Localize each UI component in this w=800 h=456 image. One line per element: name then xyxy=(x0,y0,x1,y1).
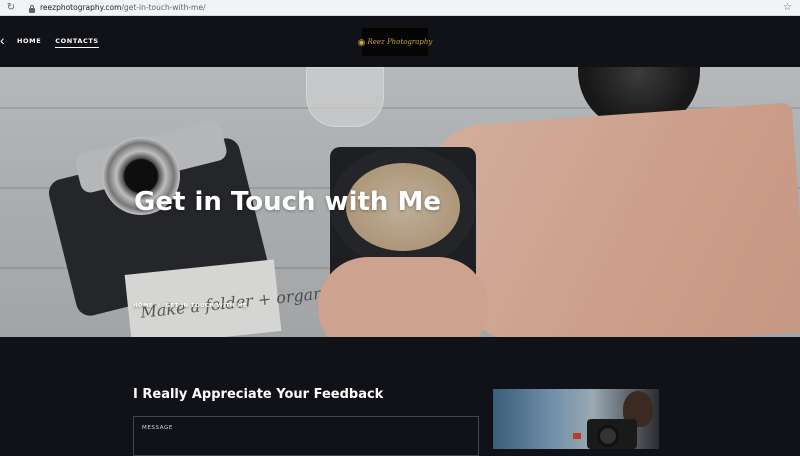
browser-address-bar: ↻ reezphotography.com/get-in-touch-with-… xyxy=(0,0,800,16)
breadcrumb-separator: / xyxy=(158,303,161,309)
breadcrumb-home[interactable]: HOME xyxy=(133,303,153,309)
site-header: ‹ HOME CONTACTS ◉ Reez Photography xyxy=(0,16,800,67)
message-textarea[interactable]: MESSAGE xyxy=(133,416,479,456)
breadcrumb-current: GET IN TOUCH WITH ME xyxy=(165,303,248,309)
breadcrumb: HOME / GET IN TOUCH WITH ME xyxy=(133,303,247,309)
logo-text: Reez Photography xyxy=(367,38,433,46)
nav-item-home[interactable]: HOME xyxy=(17,37,41,48)
camera-logo-icon: ◉ xyxy=(357,36,366,47)
chevron-left-icon[interactable]: ‹ xyxy=(0,32,5,48)
url-field[interactable]: reezphotography.com/get-in-touch-with-me… xyxy=(40,3,205,12)
star-icon[interactable]: ☆ xyxy=(783,2,792,13)
hero-banner: Make a folder + organize Get in Touch wi… xyxy=(0,67,800,337)
message-label: MESSAGE xyxy=(142,425,173,431)
main-content: I Really Appreciate Your Feedback MESSAG… xyxy=(0,337,800,456)
page-title: Get in Touch with Me xyxy=(134,187,441,217)
url-domain: reezphotography.com xyxy=(40,3,122,12)
nav-item-contacts[interactable]: CONTACTS xyxy=(55,37,100,48)
photographer-image xyxy=(493,389,659,449)
section-title: I Really Appreciate Your Feedback xyxy=(133,387,384,402)
main-nav: HOME CONTACTS xyxy=(17,37,100,48)
lock-icon xyxy=(28,4,36,13)
url-path: /get-in-touch-with-me/ xyxy=(121,3,206,12)
site-logo[interactable]: ◉ Reez Photography xyxy=(358,28,432,56)
reload-icon[interactable]: ↻ xyxy=(4,2,18,13)
